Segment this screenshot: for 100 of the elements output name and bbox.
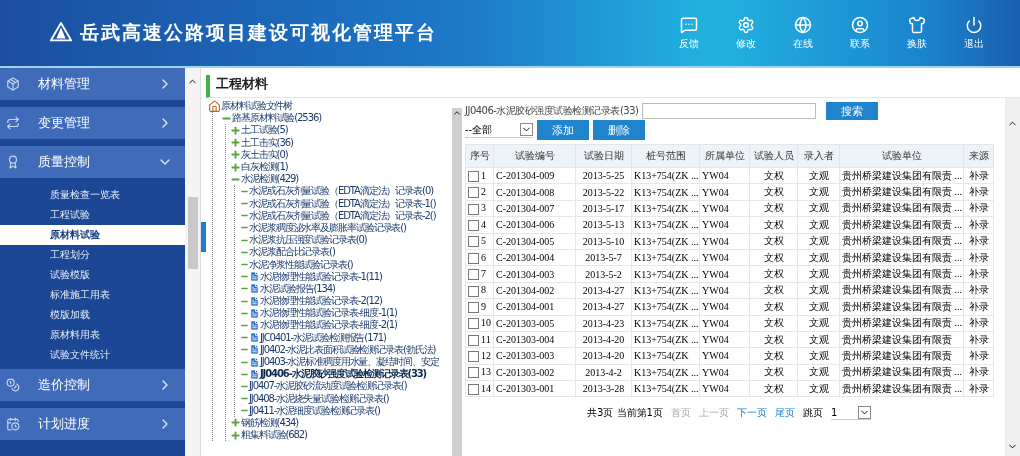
table-cell: 2013-3-28 <box>582 383 625 395</box>
toolbar-button[interactable]: 删除 <box>593 120 645 140</box>
tree-item[interactable]: 水泥或石灰剂量试验（EDTA滴定法）记录表-2() <box>249 209 436 222</box>
tree-item[interactable]: 水泥浆配合比记录表() <box>249 246 335 259</box>
tree-item[interactable]: 水泥检测(429) <box>241 173 298 186</box>
tree-item[interactable]: 水泥物理性能试验记录表-2(12) <box>260 295 382 308</box>
table-cell: 贵州桥梁建设集团有限责 ... <box>842 218 962 230</box>
table-cell: C-201304-009 <box>496 170 555 182</box>
table-cell: 补录 <box>968 382 989 394</box>
table-cell: 10 <box>481 317 491 329</box>
table-cell: 文观 <box>808 235 829 247</box>
table-cell: K13+754(ZK ... <box>634 301 699 313</box>
menu-group[interactable]: 计划进度 <box>0 408 185 440</box>
pagination-link[interactable]: 尾页 <box>774 405 795 420</box>
table-cell: 文观 <box>808 284 829 296</box>
tree-item[interactable]: JJ0411-水泥细度试验检测记录表() <box>249 404 380 417</box>
table-cell: YW04 <box>702 219 729 231</box>
table-cell: 贵州桥梁建设集团有限责 ... <box>842 169 962 181</box>
table-cell: 补录 <box>968 300 989 312</box>
table-cell: 文观 <box>808 300 829 312</box>
table-cell: 文权 <box>763 317 784 329</box>
table-cell: 文权 <box>763 169 784 181</box>
tree-item[interactable]: JJ0402-水泥比表面积试验检测记录表(勃氏法) <box>260 343 436 356</box>
table-cell: 文权 <box>763 300 784 312</box>
toolbar-button[interactable]: 添加 <box>537 120 589 140</box>
table-cell: 文观 <box>808 317 829 329</box>
table-cell: 补录 <box>968 350 989 361</box>
tree-item[interactable]: 水泥或石灰剂量试验（EDTA滴定法）记录表-1() <box>249 197 436 210</box>
table-cell: 补录 <box>968 366 989 378</box>
table-cell: 文权 <box>763 268 784 280</box>
table-cell: 补录 <box>968 317 989 329</box>
table-cell: K13+754(ZK ... <box>634 186 699 198</box>
tree-item[interactable]: 原材料试验文件树 <box>221 100 293 113</box>
table-cell: 贵州桥梁建设集团有限责 ... <box>842 235 962 247</box>
table-cell: K13+754(ZK ... <box>634 284 699 296</box>
tree-item[interactable]: 水泥浆抗压强度试验记录表(0) <box>249 234 367 247</box>
table-cell: YW04 <box>702 252 729 264</box>
column-header: 试验编号 <box>493 144 576 168</box>
tree-item[interactable]: 土工试验(5) <box>241 124 288 137</box>
table-cell: YW04 <box>702 268 729 280</box>
search-button[interactable]: 搜索 <box>826 102 879 120</box>
tree-item[interactable]: 水泥净浆性能试验记录表() <box>249 258 353 271</box>
menu-item[interactable]: 工程划分 <box>0 245 185 265</box>
menu-item[interactable]: 原材料用表 <box>0 325 185 345</box>
menu-group[interactable]: 材料管理 <box>0 68 185 100</box>
tree-item[interactable]: 水泥物理性能试验记录表-细度-2(1) <box>260 319 397 332</box>
menu-item[interactable]: 工程试验 <box>0 205 185 225</box>
menu-group[interactable]: 造价控制 <box>0 369 185 401</box>
tree-item[interactable]: 水泥或石灰剂量试验（EDTA滴定法）记录表(0) <box>249 185 433 198</box>
page-select[interactable]: 1 <box>830 405 871 421</box>
table-cell: 文观 <box>808 350 829 361</box>
menu-group-label: 材料管理 <box>38 75 91 93</box>
table-cell: C-201304-004 <box>496 252 555 264</box>
header-action-button[interactable]: 退出 <box>945 15 1002 51</box>
table-cell: 贵州桥梁建设集团有限责 ... <box>842 251 962 263</box>
menu-item[interactable]: 模版加载 <box>0 305 185 325</box>
tree-item[interactable]: JJ0406-水泥胶砂强度试验检测记录表(33) <box>260 368 427 381</box>
menu-item[interactable]: 质量检查一览表 <box>0 185 185 205</box>
tree-item[interactable]: 水泥浆稠度泌水率及膨胀率试验记录表() <box>249 221 406 234</box>
menu-group[interactable]: 质量控制 <box>0 146 185 178</box>
table-cell: K13+754(ZK ... <box>634 202 699 214</box>
tree-item[interactable]: 路基原材料试验(2536) <box>232 112 321 125</box>
table-cell: K13+754(ZK ... <box>634 317 699 329</box>
table-cell: 文观 <box>808 169 829 181</box>
table-cell: 贵州桥梁建设集团有限责 ... <box>842 366 962 378</box>
filter-select[interactable]: --全部 <box>465 122 533 138</box>
tree-item[interactable]: 灰土击实(0) <box>241 148 288 161</box>
table-cell: C-201303-002 <box>496 366 555 378</box>
table-cell: 贵州桥梁建设集团有限责 ... <box>842 268 962 280</box>
menu-item[interactable]: 标准施工用表 <box>0 285 185 305</box>
table-cell: 补录 <box>968 169 989 181</box>
table-cell: C-201304-005 <box>496 235 555 247</box>
tree-item[interactable]: 钢筋检测(434) <box>241 416 298 429</box>
menu-item[interactable]: 试验模版 <box>0 265 185 285</box>
table-cell: 补录 <box>968 218 989 230</box>
menu-item[interactable]: 试验文件统计 <box>0 345 185 365</box>
tree-item[interactable]: JJC0401-水泥试验检测报告(171) <box>260 331 386 344</box>
table-cell: K13+754(ZK ... <box>634 334 699 346</box>
tree-item[interactable]: 粗集料试验(682) <box>241 429 307 442</box>
tree-item[interactable]: JJ0408-水泥烧失量试验检测记录表() <box>249 392 389 405</box>
table-cell: C-201304-007 <box>496 202 555 214</box>
tree-item[interactable]: 土工击实(36) <box>241 136 293 149</box>
table-cell: 2013-5-25 <box>582 170 625 182</box>
tree-item[interactable]: JJ0403-水泥标准稠度用水量、凝结时间、安定 <box>260 356 439 369</box>
pagination-link[interactable]: 下一页 <box>736 405 767 420</box>
tree-item[interactable]: 水泥物理性能试验记录表-1(11) <box>260 270 382 283</box>
tree-item[interactable]: 白灰检测(1) <box>241 161 288 174</box>
header-action-button[interactable]: 换肤 <box>888 15 945 51</box>
table-cell: 2013-4-20 <box>582 334 625 346</box>
table-cell: K13+754(ZK ... <box>634 252 699 264</box>
table-cell: 4 <box>481 218 486 230</box>
menu-item[interactable]: 原材料试验 <box>0 225 185 245</box>
table-cell: 文权 <box>763 366 784 378</box>
menu-group[interactable]: 变更管理 <box>0 107 185 139</box>
table-cell: 文观 <box>808 202 829 214</box>
tree-item[interactable]: JJ0407-水泥胶砂流动度试验检测记录表() <box>249 380 407 393</box>
tree-item[interactable]: 水泥物理性能试验记录表-细度-1(1) <box>260 307 397 320</box>
table-cell: 2013-5-13 <box>582 219 625 231</box>
tree-item[interactable]: 水泥试验报告(134) <box>260 282 335 295</box>
table-cell: 补录 <box>968 333 989 345</box>
